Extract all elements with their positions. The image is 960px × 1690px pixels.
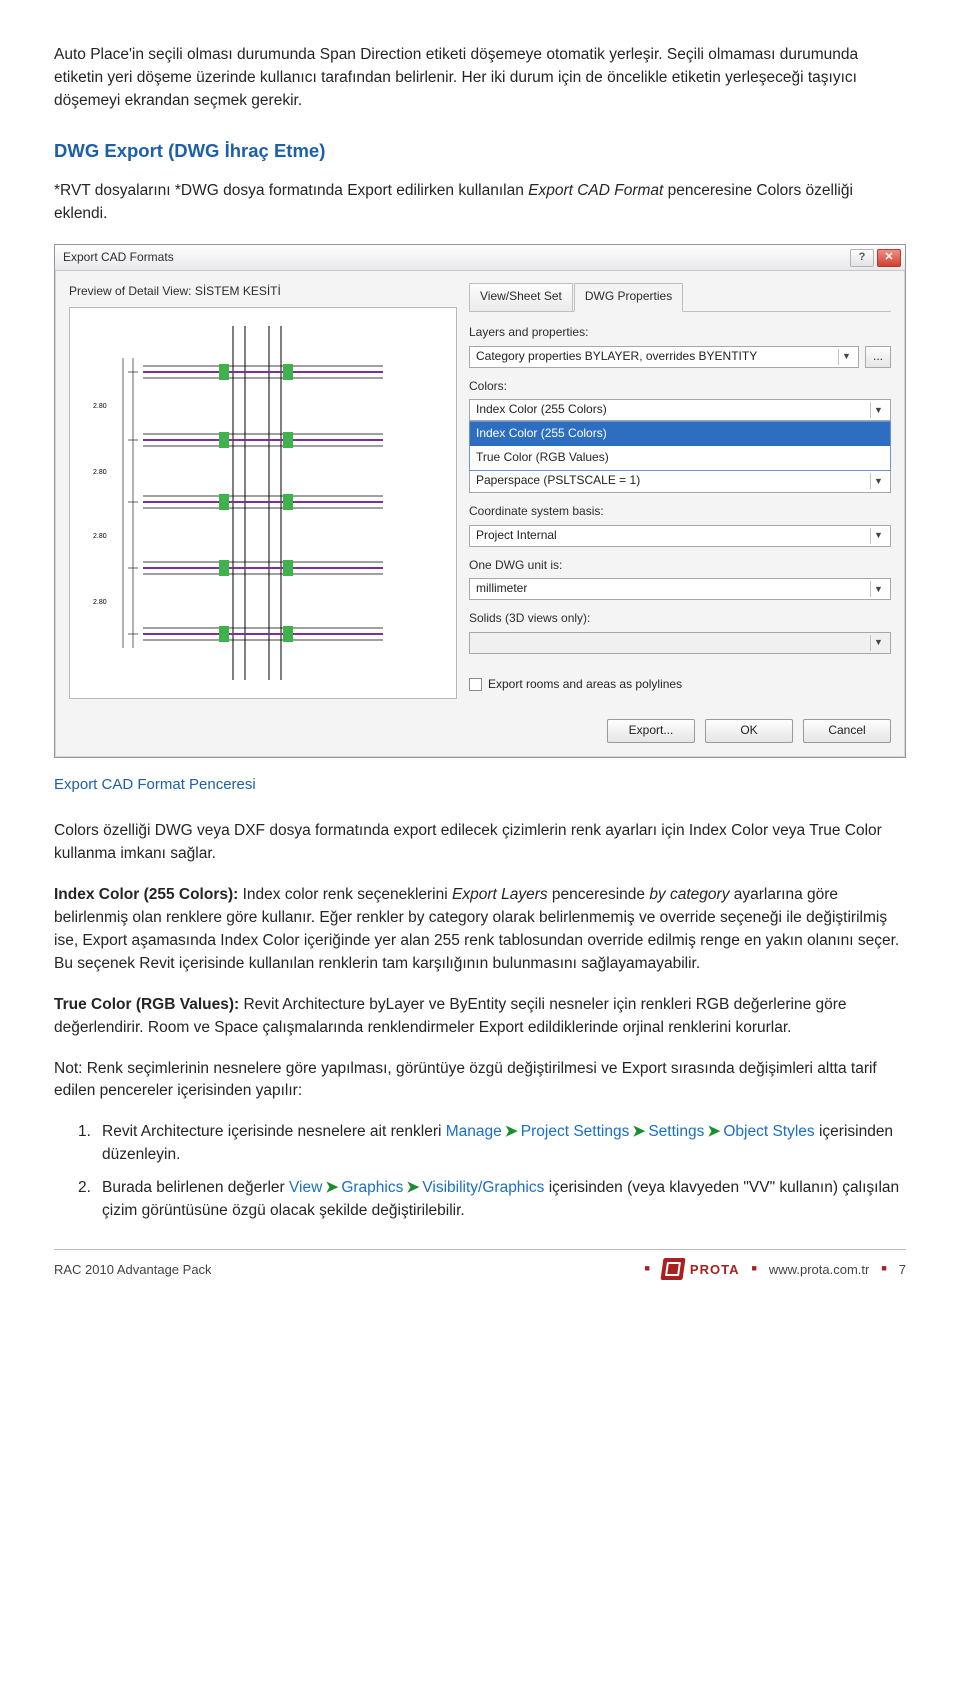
colors-label: Colors:: [469, 378, 891, 396]
tab-dwg-properties[interactable]: DWG Properties: [574, 283, 683, 312]
true-color-paragraph: True Color (RGB Values): Revit Architect…: [54, 994, 906, 1040]
dialog-titlebar: Export CAD Formats ? ✕: [55, 245, 905, 271]
coord-label: Coordinate system basis:: [469, 503, 891, 521]
preview-label: Preview of Detail View: SİSTEM KESİTİ: [69, 283, 457, 301]
index-italic2: by category: [649, 886, 729, 903]
list-text-1: Revit Architecture içerisinde nesnelere …: [102, 1121, 906, 1167]
bullet-icon: ■: [644, 1262, 649, 1275]
export-cad-dialog: Export CAD Formats ? ✕ Preview of Detail…: [54, 244, 906, 758]
arrow-icon: ➤: [704, 1123, 723, 1140]
list2-graphics: Graphics: [341, 1179, 403, 1196]
list1-settings: Settings: [648, 1123, 704, 1140]
coord-value: Project Internal: [476, 527, 557, 545]
rvt-paragraph: *RVT dosyalarını *DWG dosya formatında E…: [54, 180, 906, 226]
layers-combo[interactable]: Category properties BYLAYER, overrides B…: [469, 346, 859, 368]
dialog-footer: Export... OK Cancel: [55, 711, 905, 757]
list-text-2: Burada belirlenen değerler View➤Graphics…: [102, 1177, 906, 1223]
index-seg1: Index color renk seçeneklerini: [243, 886, 452, 903]
document-footer: RAC 2010 Advantage Pack ■ PROTA ■ www.pr…: [54, 1249, 906, 1280]
chevron-down-icon: ▼: [870, 528, 886, 544]
preview-drawing: 2.80 2.80 2.80 2.80: [82, 318, 444, 688]
chevron-down-icon: ▼: [838, 349, 854, 365]
prota-logo: PROTA: [662, 1258, 740, 1280]
chevron-down-icon: ▼: [870, 581, 886, 597]
arrow-icon: ➤: [502, 1123, 521, 1140]
heading-dwg-export: DWG Export (DWG İhraç Etme): [54, 137, 906, 164]
svg-text:2.80: 2.80: [93, 403, 107, 410]
list1-object-styles: Object Styles: [723, 1123, 814, 1140]
dialog-screenshot: Export CAD Formats ? ✕ Preview of Detail…: [54, 244, 906, 758]
list2-visibility: Visibility/Graphics: [422, 1179, 544, 1196]
solids-label: Solids (3D views only):: [469, 610, 891, 628]
coord-combo[interactable]: Project Internal ▼: [469, 525, 891, 547]
help-button[interactable]: ?: [850, 249, 874, 267]
index-italic1: Export Layers: [452, 886, 548, 903]
colors-combo[interactable]: Index Color (255 Colors) ▼: [469, 399, 891, 421]
prota-brand-text: PROTA: [690, 1260, 740, 1279]
list2-view: View: [289, 1179, 322, 1196]
chevron-down-icon: ▼: [870, 473, 886, 489]
rooms-checkbox-row[interactable]: Export rooms and areas as polylines: [469, 676, 891, 694]
layers-label: Layers and properties:: [469, 324, 891, 342]
list1-manage: Manage: [446, 1123, 502, 1140]
svg-text:2.80: 2.80: [93, 469, 107, 476]
index-color-paragraph: Index Color (255 Colors): Index color re…: [54, 884, 906, 976]
layers-browse-button[interactable]: ...: [865, 346, 891, 368]
footer-url: www.prota.com.tr: [769, 1260, 869, 1279]
dialog-caption: Export CAD Format Penceresi: [54, 774, 906, 796]
layers-value: Category properties BYLAYER, overrides B…: [476, 348, 757, 366]
footer-left: RAC 2010 Advantage Pack: [54, 1260, 212, 1279]
preview-frame: 2.80 2.80 2.80 2.80: [69, 307, 457, 699]
close-button[interactable]: ✕: [877, 249, 901, 267]
intro-paragraph: Auto Place'in seçili olması durumunda Sp…: [54, 44, 906, 113]
rooms-checkbox-label: Export rooms and areas as polylines: [488, 676, 682, 694]
arrow-icon: ➤: [403, 1179, 422, 1196]
bullet-icon: ■: [881, 1262, 886, 1275]
svg-text:2.80: 2.80: [93, 599, 107, 606]
unit-label: One DWG unit is:: [469, 557, 891, 575]
rvt-italic: Export CAD Format: [528, 182, 663, 199]
colors-dropdown: Index Color (255 Colors) True Color (RGB…: [469, 421, 891, 471]
prota-cube-icon: [660, 1258, 685, 1280]
colors-option-true[interactable]: True Color (RGB Values): [470, 446, 890, 470]
rooms-checkbox[interactable]: [469, 678, 482, 691]
index-color-lead: Index Color (255 Colors):: [54, 886, 243, 903]
list1-lead: Revit Architecture içerisinde nesnelere …: [102, 1123, 446, 1140]
list-num-2: 2.: [78, 1177, 102, 1223]
unit-value: millimeter: [476, 580, 527, 598]
arrow-icon: ➤: [322, 1179, 341, 1196]
bullet-icon: ■: [751, 1262, 756, 1275]
tab-view-sheet-set[interactable]: View/Sheet Set: [469, 283, 573, 311]
tab-bar: View/Sheet Set DWG Properties: [469, 283, 891, 312]
ok-button[interactable]: OK: [705, 719, 793, 743]
note-paragraph: Not: Renk seçimlerinin nesnelere göre ya…: [54, 1058, 906, 1104]
export-button[interactable]: Export...: [607, 719, 695, 743]
index-seg2: penceresinde: [548, 886, 650, 903]
chevron-down-icon: ▼: [870, 635, 886, 651]
page-number: 7: [899, 1260, 906, 1279]
rvt-lead: *RVT dosyalarını *DWG dosya formatında E…: [54, 182, 528, 199]
linetype-value: Paperspace (PSLTSCALE = 1): [476, 472, 640, 490]
dialog-title: Export CAD Formats: [63, 249, 174, 267]
note-list: 1. Revit Architecture içerisinde nesnele…: [78, 1121, 906, 1223]
arrow-icon: ➤: [629, 1123, 648, 1140]
colors-option-index[interactable]: Index Color (255 Colors): [470, 422, 890, 446]
chevron-down-icon: ▼: [870, 402, 886, 418]
list1-project-settings: Project Settings: [521, 1123, 630, 1140]
svg-text:2.80: 2.80: [93, 533, 107, 540]
list-num-1: 1.: [78, 1121, 102, 1167]
colors-paragraph: Colors özelliği DWG veya DXF dosya forma…: [54, 820, 906, 866]
list-item-1: 1. Revit Architecture içerisinde nesnele…: [78, 1121, 906, 1167]
solids-combo: ▼: [469, 632, 891, 654]
colors-value: Index Color (255 Colors): [476, 401, 607, 419]
list-item-2: 2. Burada belirlenen değerler View➤Graph…: [78, 1177, 906, 1223]
true-color-lead: True Color (RGB Values):: [54, 996, 243, 1013]
cancel-button[interactable]: Cancel: [803, 719, 891, 743]
list2-lead: Burada belirlenen değerler: [102, 1179, 289, 1196]
linetype-combo[interactable]: Paperspace (PSLTSCALE = 1) ▼: [469, 471, 891, 493]
unit-combo[interactable]: millimeter ▼: [469, 578, 891, 600]
